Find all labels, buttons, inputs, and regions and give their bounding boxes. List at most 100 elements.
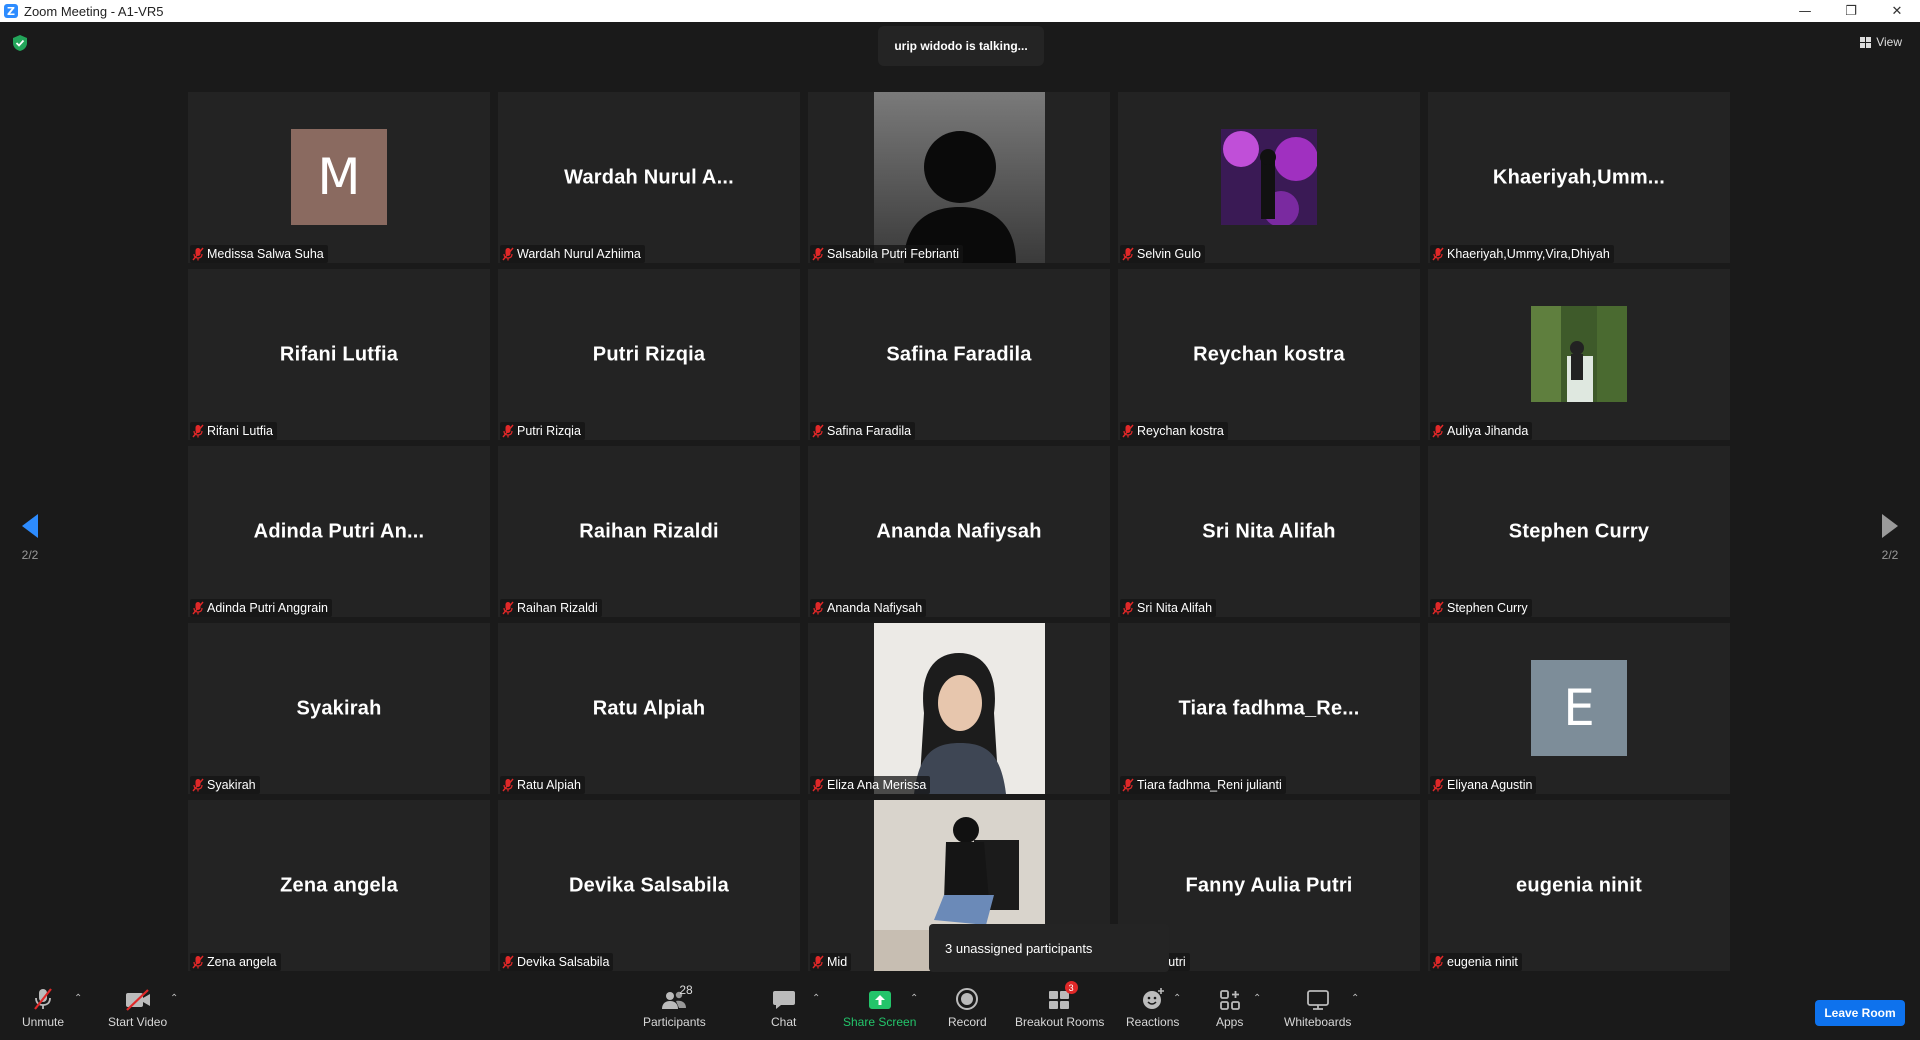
participant-display-name: Safina Faradila [886, 343, 1032, 365]
window-titlebar: Z Zoom Meeting - A1-VR5 — ❐ ✕ [0, 0, 1920, 22]
participant-name: Eliyana Agustin [1447, 778, 1533, 792]
participant-tile[interactable]: Wardah Nurul A... Wardah Nurul Azhiima [498, 92, 800, 263]
participant-name: Ananda Nafiysah [827, 601, 923, 615]
participant-display-name: Zena angela [280, 874, 398, 896]
participant-tile[interactable]: Khaeriyah,Umm... Khaeriyah,Ummy,Vira,Dhiy… [1428, 92, 1730, 263]
participant-tile[interactable]: Adinda Putri An... Adinda Putri Anggrain [188, 446, 490, 617]
participant-tile[interactable]: Auliya Jihanda [1428, 269, 1730, 440]
participant-tile[interactable]: Reychan kostra Reychan kostra [1118, 269, 1420, 440]
caret-up-icon[interactable]: ⌃ [74, 993, 82, 1004]
participant-tile[interactable]: Ratu Alpiah Ratu Alpiah [498, 623, 800, 794]
mic-off-icon [1432, 955, 1444, 969]
participant-name: Safina Faradila [827, 424, 912, 438]
participant-name: eugenia ninit [1447, 955, 1518, 969]
participant-tile[interactable]: Safina Faradila Safina Faradila [808, 269, 1110, 440]
shield-check-icon[interactable] [12, 34, 28, 52]
participant-name-label: Ratu Alpiah [500, 776, 585, 794]
caret-up-icon[interactable]: ⌃ [1351, 993, 1359, 1004]
reactions-label: Reactions [1126, 1015, 1180, 1029]
participant-name-label: Auliya Jihanda [1430, 422, 1533, 440]
start-video-button[interactable]: Start Video [108, 985, 167, 1035]
participant-name: Medissa Salwa Suha [207, 247, 324, 261]
mic-off-icon [502, 778, 514, 792]
participants-count: 28 [679, 983, 693, 997]
participant-tile[interactable]: Salsabila Putri Febrianti [808, 92, 1110, 263]
restore-button[interactable]: ❐ [1828, 0, 1874, 22]
participant-name: Stephen Curry [1447, 601, 1528, 615]
participant-tile[interactable]: Sri Nita Alifah Sri Nita Alifah [1118, 446, 1420, 617]
share-screen-button[interactable]: Share Screen [843, 985, 916, 1035]
participant-display-name: Ananda Nafiysah [876, 520, 1042, 542]
breakout-rooms-label: Breakout Rooms [1015, 1015, 1105, 1029]
mic-off-icon [812, 778, 824, 792]
caret-up-icon[interactable]: ⌃ [1253, 993, 1261, 1004]
participant-tile[interactable]: Zena angela Zena angela [188, 800, 490, 971]
participant-name-label: Medissa Salwa Suha [190, 245, 328, 263]
caret-up-icon[interactable]: ⌃ [170, 993, 178, 1004]
participant-name: Auliya Jihanda [1447, 424, 1529, 438]
arrow-left-icon[interactable] [20, 512, 40, 540]
meeting-toolbar: Unmute ⌃ Start Video ⌃ 28 Participants C… [0, 975, 1920, 1040]
breakout-rooms-button[interactable]: 3 Breakout Rooms [1015, 981, 1105, 1035]
video-off-icon [125, 989, 150, 1011]
participant-display-name: Adinda Putri An... [253, 520, 425, 542]
participant-name: Rifani Lutfia [207, 424, 274, 438]
participant-tile[interactable]: M Medissa Salwa Suha [188, 92, 490, 263]
apps-button[interactable]: Apps [1216, 985, 1243, 1035]
participant-tile[interactable]: Devika Salsabila Devika Salsabila [498, 800, 800, 971]
whiteboards-button[interactable]: Whiteboards [1284, 985, 1351, 1035]
participant-tile[interactable]: Selvin Gulo [1118, 92, 1420, 263]
view-button[interactable]: View [1856, 32, 1906, 52]
participant-tile[interactable]: E Eliyana Agustin [1428, 623, 1730, 794]
participant-video-grid: M Medissa Salwa Suha Wardah Nurul A... Ward… [188, 92, 1732, 972]
reactions-button[interactable]: Reactions [1126, 985, 1179, 1035]
participant-display-name: Tiara fadhma_Re... [1178, 697, 1360, 719]
unmute-label: Unmute [22, 1015, 65, 1029]
participant-tile[interactable]: Eliza Ana Merissa [808, 623, 1110, 794]
apps-icon [1219, 990, 1240, 1010]
mic-off-icon [812, 247, 824, 261]
participant-name-label: Adinda Putri Anggrain [190, 599, 332, 617]
participant-display-name: Syakirah [296, 697, 382, 719]
participant-display-name: Raihan Rizaldi [579, 520, 719, 542]
participant-tile[interactable]: Ananda Nafiysah Ananda Nafiysah [808, 446, 1110, 617]
participant-display-name: Rifani Lutfia [279, 343, 399, 365]
mic-off-icon [1122, 424, 1134, 438]
minimize-button[interactable]: — [1782, 0, 1828, 22]
participant-photo [1531, 306, 1627, 402]
arrow-right-icon[interactable] [1880, 512, 1900, 540]
mic-off-icon [502, 247, 514, 261]
mic-off-icon [1432, 424, 1444, 438]
previous-page-nav[interactable]: 2/2 [0, 512, 60, 632]
caret-up-icon[interactable]: ⌃ [910, 993, 918, 1004]
participant-display-name: Khaeriyah,Umm... [1492, 166, 1666, 188]
zoom-logo-icon: Z [4, 4, 18, 18]
unmute-button[interactable]: Unmute [22, 985, 64, 1035]
participant-name: Adinda Putri Anggrain [207, 601, 328, 615]
participants-button[interactable]: 28 Participants [643, 983, 706, 1035]
participant-tile[interactable]: Syakirah Syakirah [188, 623, 490, 794]
participant-tile[interactable]: Stephen Curry Stephen Curry [1428, 446, 1730, 617]
participant-name-label: Wardah Nurul Azhiima [500, 245, 645, 263]
chat-button[interactable]: Chat [771, 985, 796, 1035]
unassigned-participants-notice[interactable]: 3 unassigned participants [929, 924, 1169, 972]
caret-up-icon[interactable]: ⌃ [1173, 993, 1181, 1004]
participant-name: Syakirah [207, 778, 256, 792]
participant-name-label: Khaeriyah,Ummy,Vira,Dhiyah [1430, 245, 1614, 263]
participant-tile[interactable]: Raihan Rizaldi Raihan Rizaldi [498, 446, 800, 617]
participant-tile[interactable]: Rifani Lutfia Rifani Lutfia [188, 269, 490, 440]
caret-up-icon[interactable]: ⌃ [812, 993, 820, 1004]
participant-tile[interactable]: eugenia ninit eugenia ninit [1428, 800, 1730, 971]
participant-name: Zena angela [207, 955, 277, 969]
record-button[interactable]: Record [948, 985, 987, 1035]
mic-off-icon [812, 955, 824, 969]
reactions-icon [1142, 988, 1164, 1009]
share-screen-label: Share Screen [843, 1015, 917, 1029]
participant-display-name: Ratu Alpiah [592, 697, 706, 719]
participant-name-label: Rifani Lutfia [190, 422, 278, 440]
participant-tile[interactable]: Putri Rizqia Putri Rizqia [498, 269, 800, 440]
leave-room-button[interactable]: Leave Room [1815, 1000, 1905, 1026]
close-button[interactable]: ✕ [1874, 0, 1920, 22]
next-page-nav[interactable]: 2/2 [1860, 512, 1920, 632]
participant-tile[interactable]: Tiara fadhma_Re... Tiara fadhma_Reni juli… [1118, 623, 1420, 794]
